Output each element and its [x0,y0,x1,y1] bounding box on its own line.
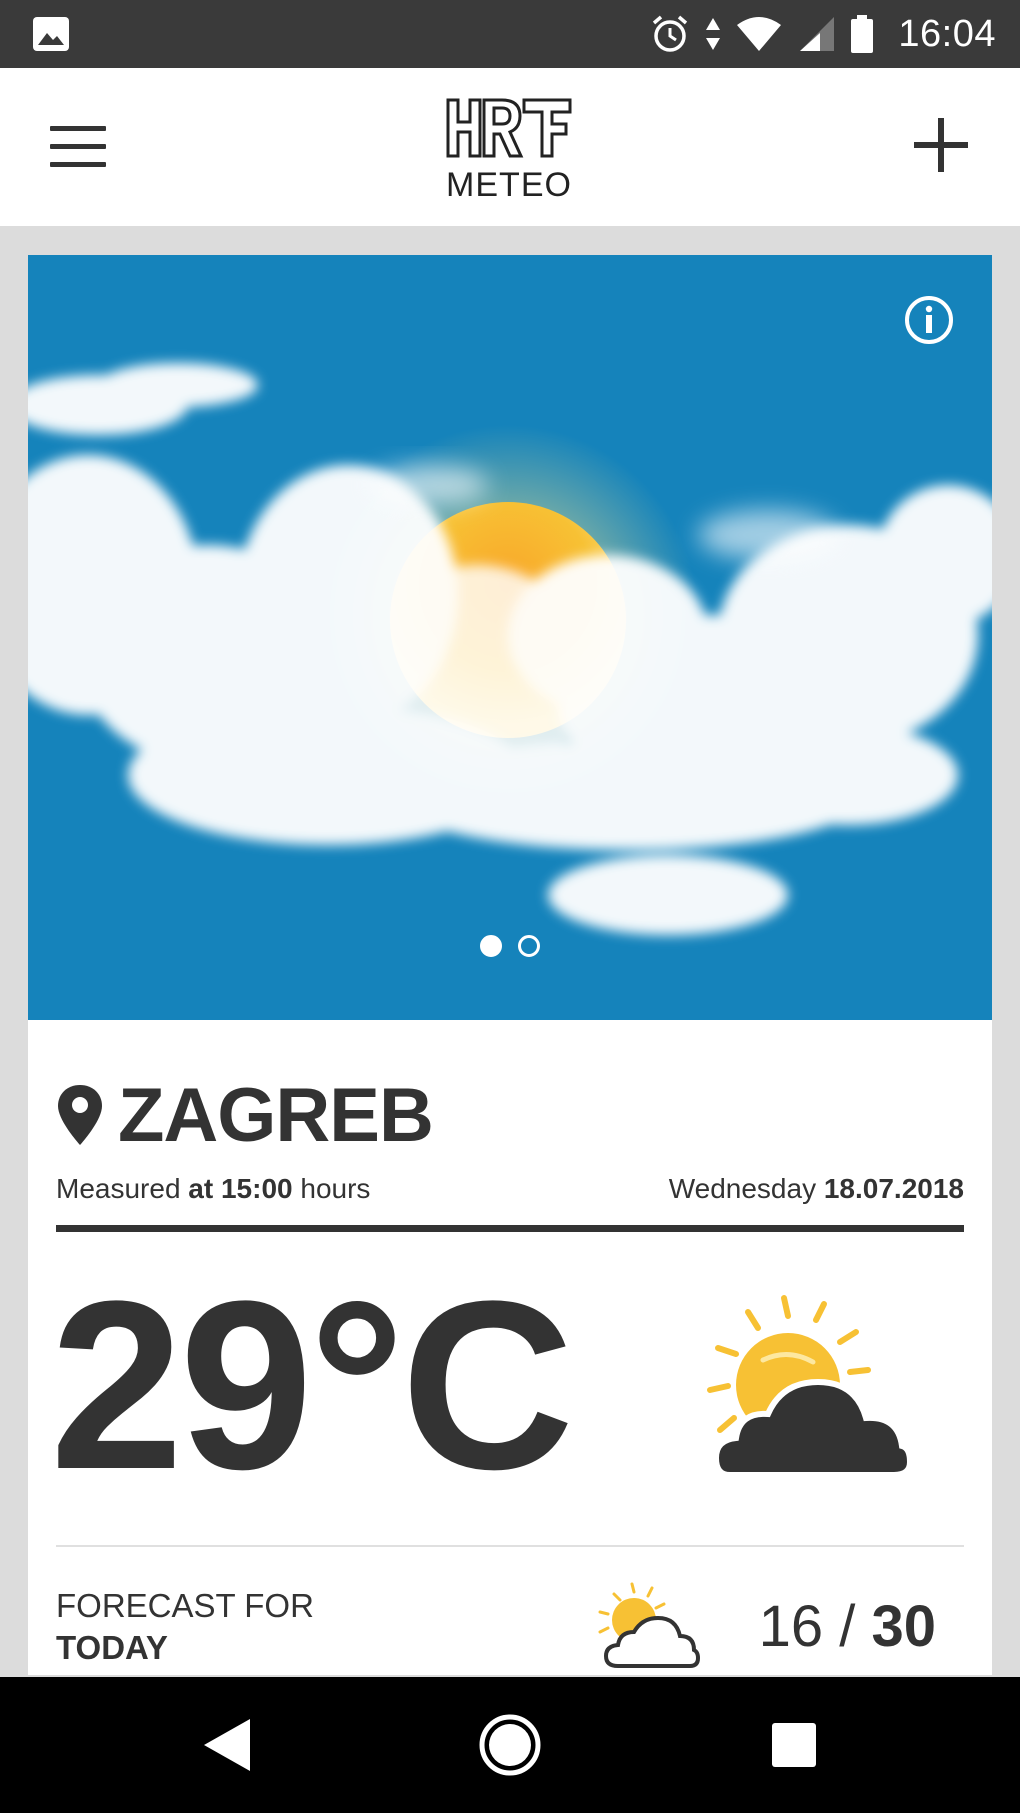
current-temperature: 29°C [50,1251,574,1519]
measured-time-value: at 15:00 [188,1173,293,1204]
forecast-label-line1: FORECAST FOR [56,1587,314,1624]
weather-hero-image[interactable] [28,255,992,1020]
weekday: Wednesday [668,1173,817,1204]
partly-cloudy-icon [707,1295,914,1478]
add-icon[interactable] [912,116,970,174]
logo-text: METEO [446,166,572,204]
home-icon[interactable] [478,1713,542,1777]
city-name: ZAGREB [118,1072,434,1158]
measured-date: Wednesday 18.07.2018 [669,1173,964,1205]
info-icon[interactable] [904,295,954,345]
hrt-logo-mark [446,98,572,158]
forecast-label-line2: TODAY [56,1629,168,1666]
measurement-info: Measured at 15:00 hours Wednesday 18.07.… [56,1173,964,1209]
status-bar: 16:04 [0,0,1020,68]
forecast-separator: / [839,1594,856,1659]
hrt-meteo-logo: METEO [444,94,574,204]
divider-thin [56,1545,964,1547]
signal-icon [800,17,835,51]
partly-cloudy-small-icon [598,1582,701,1668]
forecast-label: FORECAST FOR TODAY [56,1585,314,1669]
location-header: ZAGREB [56,1073,434,1158]
forecast-max: 30 [871,1594,936,1659]
sky-illustration [28,363,992,935]
clock: 16:04 [898,12,996,55]
battery-icon [851,15,874,53]
page-dot-1[interactable] [480,935,502,957]
wifi-icon [737,17,782,51]
weather-card: ZAGREB Measured at 15:00 hours Wednesday… [28,255,992,1675]
menu-icon[interactable] [50,126,106,168]
page-dot-2[interactable] [518,935,540,957]
measured-prefix: Measured [56,1173,181,1204]
date-value: 18.07.2018 [823,1173,964,1204]
measured-time: Measured at 15:00 hours [56,1173,370,1205]
measured-suffix: hours [300,1173,371,1204]
recents-icon[interactable] [772,1723,816,1767]
system-nav-bar [0,1677,1020,1813]
app-bar: METEO [0,68,1020,226]
data-arrows-icon [706,18,721,50]
divider-thick [56,1225,964,1232]
forecast-min: 16 [758,1594,824,1659]
app-screen: 16:04 METEO ZAGREB Measured at 15:00 hou… [0,0,1020,1813]
location-pin-icon [58,1085,102,1145]
back-icon[interactable] [200,1715,256,1775]
forecast-min-max: 16 / 30 [759,1593,936,1660]
page-indicator [480,935,540,957]
alarm-icon [653,15,688,52]
image-icon [33,17,69,51]
